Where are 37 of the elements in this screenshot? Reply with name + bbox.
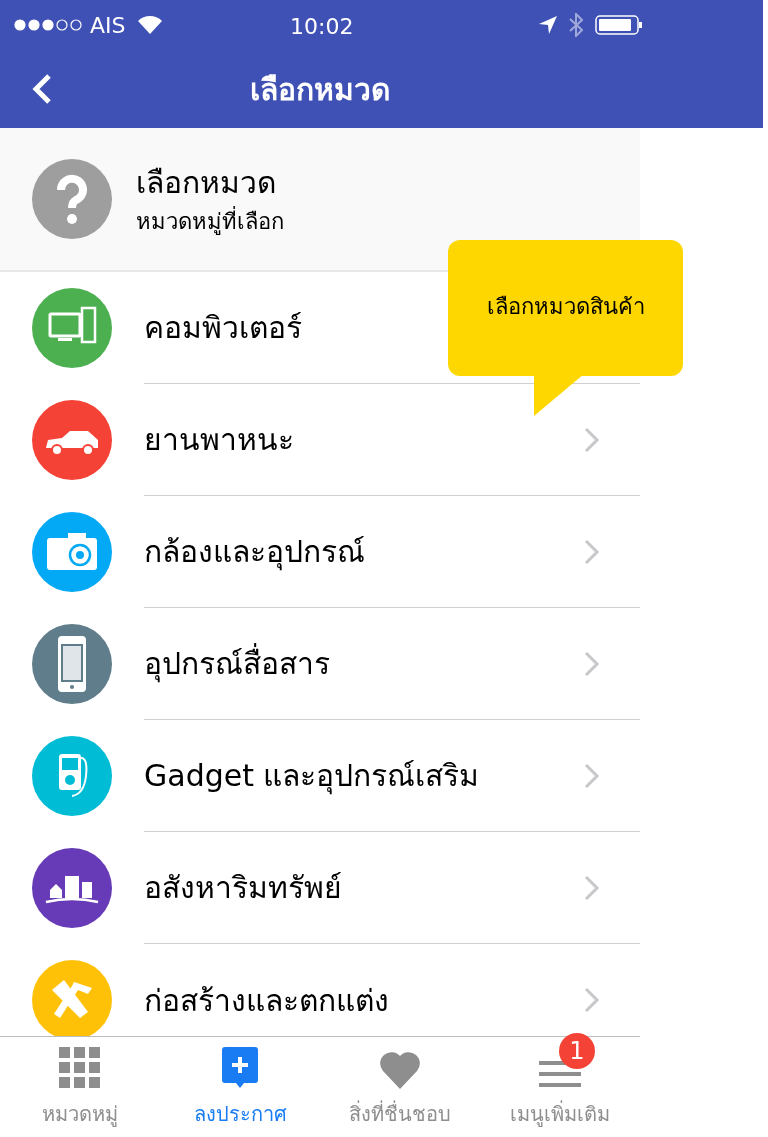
category-label: Gadget และอุปกรณ์เสริม — [144, 757, 480, 797]
chevron-right-icon — [584, 874, 600, 901]
category-label: กล้องและอุปกรณ์ — [144, 533, 365, 573]
question-icon — [32, 159, 112, 239]
wifi-icon — [137, 16, 162, 34]
tooltip-tail — [534, 374, 584, 416]
category-label: อสังหาริมทรัพย์ — [144, 869, 342, 907]
chevron-right-icon — [584, 987, 600, 1013]
location-arrow-icon — [539, 16, 557, 34]
carrier-name: AIS — [90, 11, 126, 40]
chevron-right-icon — [584, 650, 600, 677]
heart-icon — [379, 1051, 421, 1089]
category-label: คอมพิวเตอร์ — [144, 309, 302, 347]
selected-category-title: เลือกหมวด — [136, 164, 277, 202]
tab-item[interactable]: ลงประกาศ — [160, 1037, 320, 1137]
bluetooth-icon — [569, 13, 583, 37]
header-title: เลือกหมวด — [250, 70, 390, 109]
add-post-icon — [222, 1047, 258, 1089]
category-label: ยานพาหนะ — [144, 421, 294, 459]
category-label: ก่อสร้างและตกแต่ง — [144, 981, 389, 1020]
category-item[interactable]: ยานพาหนะ — [0, 384, 640, 496]
category-item[interactable]: กล้องและอุปกรณ์ — [0, 496, 640, 608]
category-item[interactable]: อสังหาริมทรัพย์ — [0, 832, 640, 944]
selected-category-subtitle: หมวดหมู่ที่เลือก — [136, 205, 284, 238]
grid-icon — [59, 1047, 101, 1089]
category-label: อุปกรณ์สื่อสาร — [144, 641, 330, 686]
chevron-right-icon — [584, 426, 600, 453]
notification-badge: 1 — [559, 1033, 595, 1069]
battery-icon — [595, 15, 643, 35]
category-item[interactable]: อุปกรณ์สื่อสาร — [0, 608, 640, 720]
back-icon — [31, 73, 53, 105]
category-item[interactable]: Gadget และอุปกรณ์เสริม — [0, 720, 640, 832]
tooltip: เลือกหมวดสินค้า — [448, 240, 683, 376]
signal-icon — [14, 19, 82, 31]
clock-time: 10:02 — [290, 13, 354, 41]
chevron-right-icon — [584, 538, 600, 565]
chevron-right-icon — [584, 762, 600, 789]
